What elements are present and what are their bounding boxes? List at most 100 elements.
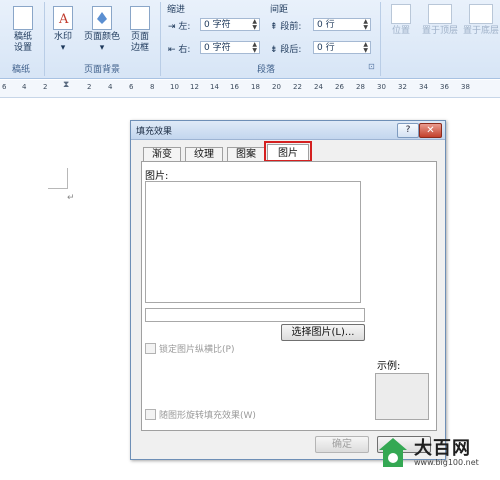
indent-left-icon: ⇥	[168, 22, 179, 32]
fill-effects-dialog: 填充效果 ? ✕ 渐变 纹理 图案 图片 图片: 选择图片(L)... 锁定图片…	[130, 120, 446, 460]
ruler-tick: 14	[210, 83, 219, 91]
margin-corner-mark	[48, 188, 68, 189]
send-to-back-button[interactable]: 置于底层	[462, 4, 500, 37]
position-icon	[391, 4, 411, 24]
send-to-back-label: 置于底层	[462, 26, 499, 36]
spinner-arrows-icon[interactable]: ▲ ▼	[363, 42, 368, 54]
logo-mark-icon	[379, 438, 407, 467]
paper-setup-label-1: 稿纸	[13, 32, 32, 42]
picture-label: 图片:	[145, 171, 169, 182]
indent-title: 缩进	[167, 5, 186, 15]
group-separator	[160, 2, 161, 76]
ruler-tick: 2	[43, 83, 48, 91]
spacing-after-label: ⇟ 段后:	[270, 45, 302, 55]
ruler-tick: 28	[356, 83, 365, 91]
watermark-icon: A	[53, 6, 73, 30]
paint-bucket-icon	[92, 6, 112, 30]
horizontal-ruler[interactable]: 6 4 2 ⧗ 2 4 6 8 10 12 14 16 18 20 22 24 …	[0, 80, 500, 98]
margin-corner-mark	[67, 168, 68, 189]
ruler-tick: 24	[314, 83, 323, 91]
paper-group-label: 稿纸	[12, 65, 31, 75]
paper-setup-button[interactable]: 稿纸 设置	[8, 6, 38, 54]
spacing-after-icon: ⇟	[270, 45, 281, 55]
position-button[interactable]: 位置	[388, 4, 414, 37]
page-color-button[interactable]: 页面颜色 ▾	[80, 6, 124, 54]
dialog-launcher-icon[interactable]: ⊡	[368, 62, 375, 71]
ok-button[interactable]: 确定	[315, 436, 369, 453]
spacing-after-input[interactable]: 0 行 ▲ ▼	[313, 41, 371, 54]
ruler-tick: 30	[377, 83, 386, 91]
rotate-with-shape-label: 随图形旋转填充效果(W)	[159, 411, 256, 421]
watermark-dropdown-icon: ▾	[60, 43, 66, 53]
dialog-titlebar[interactable]: 填充效果 ? ✕	[131, 121, 445, 140]
ribbon: 稿纸 设置 稿纸 A 水印 ▾ 页面颜色 ▾ 页面 边框 页面背景 缩进 ⇥ 左…	[0, 0, 500, 79]
group-separator	[44, 2, 45, 76]
ruler-tick: 18	[251, 83, 260, 91]
page-border-icon	[130, 6, 150, 30]
ruler-tick: 10	[170, 83, 179, 91]
tab-texture[interactable]: 纹理	[185, 147, 223, 162]
ruler-tick: 34	[419, 83, 428, 91]
ruler-tick: 36	[440, 83, 449, 91]
ruler-tick: 22	[293, 83, 302, 91]
close-button[interactable]: ✕	[419, 123, 442, 138]
ruler-tick: 6	[2, 83, 7, 91]
spinner-arrows-icon[interactable]: ▲ ▼	[252, 19, 257, 31]
indent-right-icon: ⇤	[168, 45, 179, 55]
logo-url-text: www.big100.net	[414, 458, 479, 467]
page-color-label: 页面颜色	[83, 32, 120, 42]
sample-preview	[375, 373, 429, 420]
bring-to-front-button[interactable]: 置于顶层	[420, 4, 460, 37]
paragraph-group-label: 段落	[257, 65, 276, 75]
bring-to-front-icon	[428, 4, 452, 24]
picture-preview	[145, 181, 361, 303]
lock-aspect-checkbox[interactable]	[145, 343, 156, 354]
tab-pattern[interactable]: 图案	[227, 147, 265, 162]
tab-highlight-box	[264, 141, 312, 162]
sample-label: 示例:	[377, 361, 401, 372]
ruler-tick: 4	[108, 83, 113, 91]
ruler-tick: 16	[230, 83, 239, 91]
rotate-with-shape-checkbox[interactable]	[145, 409, 156, 420]
help-button[interactable]: ?	[397, 123, 419, 138]
ruler-tick: 2	[87, 83, 92, 91]
ruler-tick: 38	[461, 83, 470, 91]
ruler-tick: 12	[190, 83, 199, 91]
select-picture-button[interactable]: 选择图片(L)...	[281, 324, 365, 341]
spinner-arrows-icon[interactable]: ▲ ▼	[252, 42, 257, 54]
bring-to-front-label: 置于顶层	[421, 26, 458, 36]
tab-gradient[interactable]: 渐变	[143, 147, 181, 162]
indent-left-label: ⇥ 左:	[168, 22, 191, 32]
ruler-tick: 8	[150, 83, 155, 91]
indent-right-input[interactable]: 0 字符 ▲ ▼	[200, 41, 260, 54]
paper-icon	[13, 6, 33, 30]
page-border-button[interactable]: 页面 边框	[128, 6, 152, 54]
spacing-before-icon: ⇞	[270, 22, 281, 32]
logo-brand-text: 大百网	[414, 438, 471, 459]
ruler-tick: 32	[398, 83, 407, 91]
page-background-group-label: 页面背景	[84, 65, 121, 75]
svg-text:A: A	[58, 12, 69, 27]
ruler-tick: 4	[22, 83, 27, 91]
dialog-title: 填充效果	[136, 127, 173, 137]
paragraph-mark-icon: ↵	[67, 193, 75, 203]
group-separator	[380, 2, 381, 76]
send-to-back-icon	[469, 4, 493, 24]
page-border-label-2: 边框	[130, 43, 149, 53]
indent-marker-icon[interactable]: ⧗	[63, 80, 69, 90]
position-label: 位置	[391, 26, 410, 36]
spacing-before-label: ⇞ 段前:	[270, 22, 302, 32]
indent-right-label: ⇤ 右:	[168, 45, 191, 55]
watermark-button[interactable]: A 水印 ▾	[50, 6, 76, 54]
spacing-title: 间距	[270, 5, 289, 15]
picture-path-field[interactable]	[145, 308, 365, 322]
indent-left-input[interactable]: 0 字符 ▲ ▼	[200, 18, 260, 31]
spacing-before-input[interactable]: 0 行 ▲ ▼	[313, 18, 371, 31]
page-color-dropdown-icon: ▾	[99, 43, 105, 53]
spinner-arrows-icon[interactable]: ▲ ▼	[363, 19, 368, 31]
lock-aspect-label: 锁定图片纵横比(P)	[159, 345, 235, 355]
ruler-tick: 6	[129, 83, 134, 91]
paper-setup-label-2: 设置	[13, 43, 32, 53]
site-logo: 大百网 www.big100.net	[376, 434, 496, 474]
watermark-label: 水印	[53, 32, 72, 42]
